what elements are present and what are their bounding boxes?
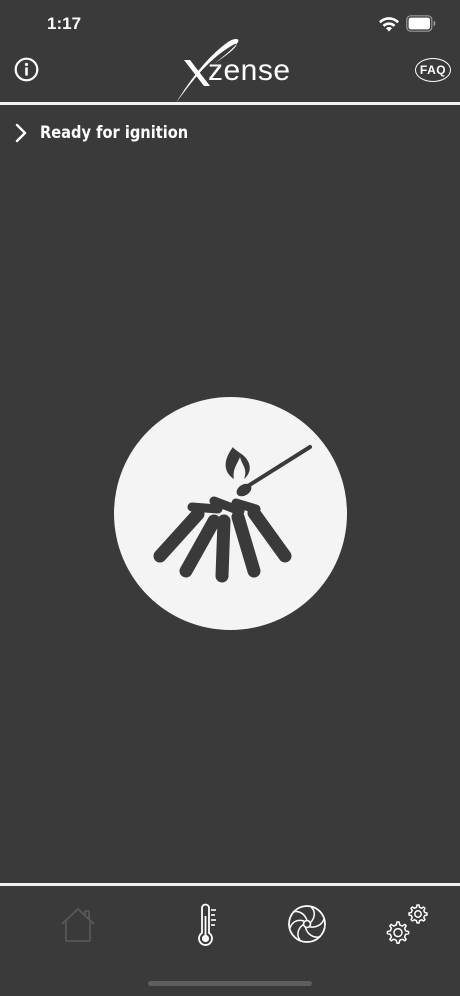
campfire-icon — [153, 445, 312, 583]
ignition-status-label: Ready for ignition — [40, 123, 189, 143]
home-indicator — [148, 981, 312, 986]
tab-settings[interactable] — [384, 900, 432, 948]
thermometer-icon — [198, 903, 216, 946]
logo-text: zense — [208, 54, 290, 87]
gears-icon — [386, 904, 428, 944]
faq-button[interactable]: FAQ — [415, 58, 451, 82]
tab-temperature[interactable] — [182, 900, 230, 948]
info-button[interactable] — [14, 57, 39, 82]
ignition-status-row[interactable]: Ready for ignition — [14, 118, 212, 148]
info-icon — [14, 57, 39, 82]
fan-icon — [288, 905, 326, 943]
chevron-right-icon — [15, 123, 27, 143]
tab-fan[interactable] — [283, 900, 331, 948]
tab-home[interactable] — [54, 900, 102, 948]
faq-label: FAQ — [419, 63, 447, 77]
home-icon — [61, 908, 95, 942]
app-header: zense FAQ — [0, 30, 460, 103]
header-divider — [0, 102, 460, 105]
ignition-button[interactable] — [114, 397, 347, 630]
tab-bar — [0, 886, 460, 996]
xzense-logo: zense — [176, 39, 290, 103]
